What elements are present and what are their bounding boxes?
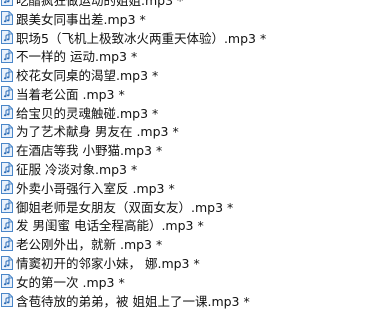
file-name: 老公刚外出，就新 .mp3 * xyxy=(16,237,163,253)
audio-file-icon xyxy=(1,11,13,26)
file-list-item[interactable]: 跟美女同事出差.mp3 * xyxy=(0,9,380,28)
file-name: 跟美女同事出差.mp3 * xyxy=(16,11,146,27)
file-list-item[interactable]: 征服 冷淡对象.mp3 * xyxy=(0,159,380,178)
audio-file-icon xyxy=(1,29,13,44)
audio-file-icon xyxy=(1,48,13,63)
file-list-item[interactable]: 职场5（飞机上极致冰火两重天体验）.mp3 * xyxy=(0,28,380,47)
file-list-item[interactable]: 给宝贝的灵魂触碰.mp3 * xyxy=(0,103,380,122)
audio-file-icon xyxy=(1,217,13,232)
file-name: 为了艺术献身 男友在 .mp3 * xyxy=(16,124,179,140)
audio-file-icon xyxy=(1,180,13,195)
file-list-item[interactable]: 含苞待放的弟弟，被 姐姐上了一课.mp3 * xyxy=(0,291,380,310)
file-name: 校花女同桌的渴望.mp3 * xyxy=(16,68,159,84)
file-list-item[interactable]: 吃醋疯狂做运动的姐姐.mp3 * xyxy=(0,0,380,9)
audio-file-icon xyxy=(1,236,13,251)
file-list-item[interactable]: 为了艺术献身 男友在 .mp3 * xyxy=(0,122,380,141)
audio-file-icon xyxy=(1,67,13,82)
audio-file-icon xyxy=(1,161,13,176)
file-list-item[interactable]: 不一样的 运动.mp3 * xyxy=(0,46,380,65)
audio-file-icon xyxy=(1,255,13,270)
file-name: 含苞待放的弟弟，被 姐姐上了一课.mp3 * xyxy=(16,293,250,309)
audio-file-icon xyxy=(1,274,13,289)
file-list: 吃醋疯狂做运动的姐姐.mp3 * 跟美女同事出差.mp3 * 职场5（飞机上极致冰火… xyxy=(0,0,380,310)
file-name: 发 男闺蜜 电话全程高能）.mp3 * xyxy=(16,218,204,234)
file-name: 征服 冷淡对象.mp3 * xyxy=(16,162,138,178)
file-name: 女的第一次 .mp3 * xyxy=(16,274,125,290)
audio-file-icon xyxy=(1,105,13,120)
audio-file-icon xyxy=(1,199,13,214)
audio-file-icon xyxy=(1,293,13,308)
file-name: 御姐老师是女朋友（双面女友）.mp3 * xyxy=(16,199,234,215)
file-list-item[interactable]: 御姐老师是女朋友（双面女友）.mp3 * xyxy=(0,197,380,216)
file-name: 职场5（飞机上极致冰火两重天体验）.mp3 * xyxy=(16,30,267,46)
audio-file-icon xyxy=(1,86,13,101)
file-name: 情窦初开的邻家小妹， 娜.mp3 * xyxy=(16,256,200,272)
file-name: 当着老公面 .mp3 * xyxy=(16,86,125,102)
file-list-item[interactable]: 外卖小哥强行入室反 .mp3 * xyxy=(0,178,380,197)
file-list-item[interactable]: 在酒店等我 小野猫.mp3 * xyxy=(0,140,380,159)
file-list-item[interactable]: 当着老公面 .mp3 * xyxy=(0,84,380,103)
file-list-item[interactable]: 校花女同桌的渴望.mp3 * xyxy=(0,65,380,84)
file-list-item[interactable]: 老公刚外出，就新 .mp3 * xyxy=(0,234,380,253)
audio-file-icon xyxy=(1,123,13,138)
file-name: 外卖小哥强行入室反 .mp3 * xyxy=(16,180,175,196)
file-list-item[interactable]: 女的第一次 .mp3 * xyxy=(0,272,380,291)
audio-file-icon xyxy=(1,0,13,7)
file-name: 给宝贝的灵魂触碰.mp3 * xyxy=(16,105,159,121)
file-list-item[interactable]: 发 男闺蜜 电话全程高能）.mp3 * xyxy=(0,216,380,235)
file-name: 吃醋疯狂做运动的姐姐.mp3 * xyxy=(16,0,184,8)
file-name: 不一样的 运动.mp3 * xyxy=(16,49,138,65)
file-name: 在酒店等我 小野猫.mp3 * xyxy=(16,143,163,159)
file-list-item[interactable]: 情窦初开的邻家小妹， 娜.mp3 * xyxy=(0,253,380,272)
audio-file-icon xyxy=(1,142,13,157)
